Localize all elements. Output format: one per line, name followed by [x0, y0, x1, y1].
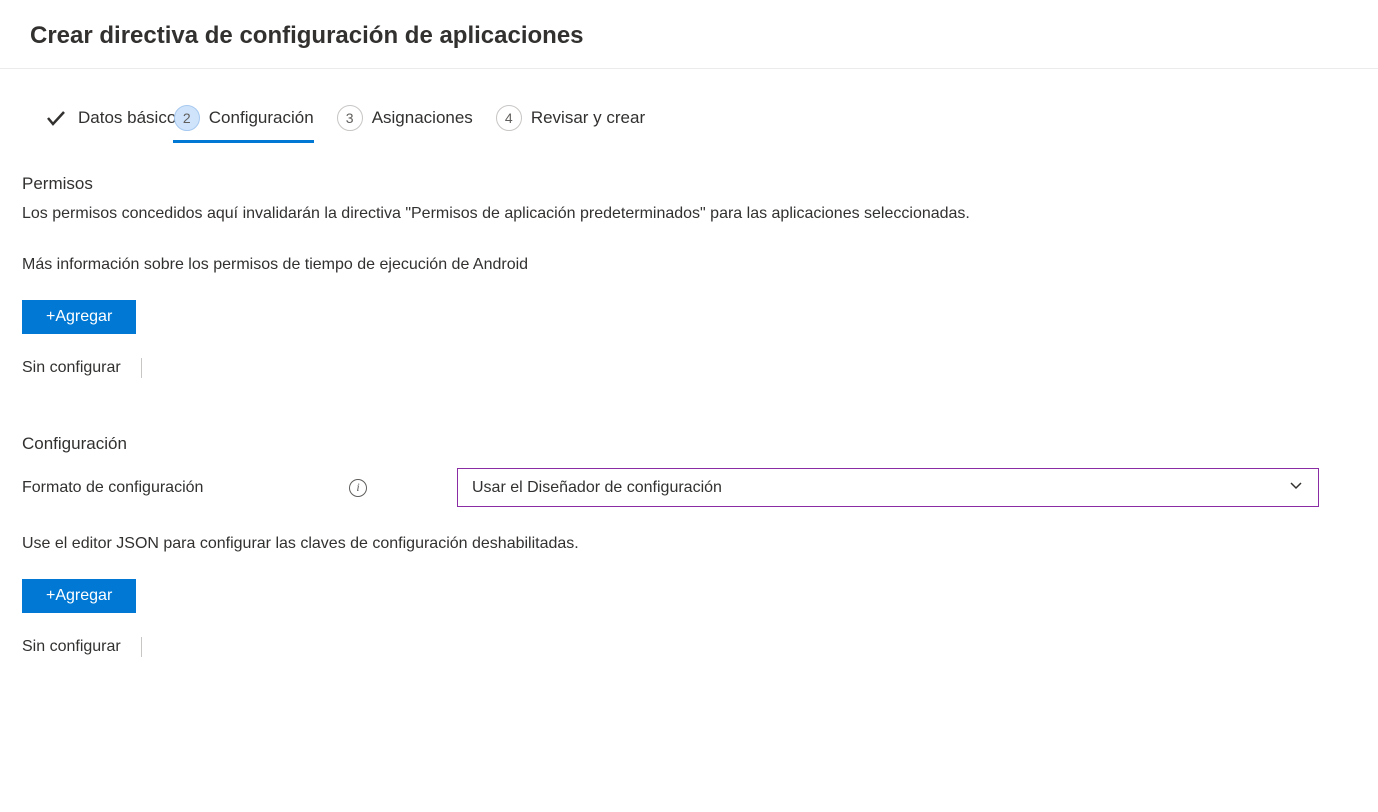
step-number-icon: 4	[495, 104, 523, 132]
checkmark-icon	[42, 104, 70, 132]
step-number-icon: 2	[173, 104, 201, 132]
format-label-wrap: Formato de configuración i	[22, 479, 457, 497]
permissions-learn-more-link[interactable]: Más información sobre los permisos de ti…	[22, 256, 1356, 274]
configuration-status: Sin configurar	[22, 637, 1356, 657]
step-label: Asignaciones	[372, 108, 473, 128]
configuration-title: Configuración	[22, 434, 1356, 454]
permissions-status: Sin configurar	[22, 358, 1356, 378]
permissions-description: Los permisos concedidos aquí invalidarán…	[22, 202, 1356, 226]
step-label: Datos básicos	[78, 108, 185, 128]
page-content: Datos básicos 2 Configuración 3 Asignaci…	[0, 69, 1378, 687]
step-number-icon: 3	[336, 104, 364, 132]
format-label: Formato de configuración	[22, 479, 203, 497]
info-icon[interactable]: i	[349, 479, 367, 497]
configuration-help-text: Use el editor JSON para configurar las c…	[22, 535, 1356, 553]
format-row: Formato de configuración i Usar el Diseñ…	[22, 468, 1356, 507]
wizard-stepper: Datos básicos 2 Configuración 3 Asignaci…	[22, 69, 1356, 132]
divider	[141, 358, 142, 378]
dropdown-selected: Usar el Diseñador de configuración	[472, 479, 722, 497]
chevron-down-icon	[1288, 477, 1304, 498]
divider	[141, 637, 142, 657]
configuration-section: Configuración Formato de configuración i…	[22, 434, 1356, 657]
step-revisar-crear[interactable]: 4 Revisar y crear	[495, 104, 645, 132]
add-permission-button[interactable]: +Agregar	[22, 300, 136, 334]
add-configuration-button[interactable]: +Agregar	[22, 579, 136, 613]
step-label: Configuración	[209, 108, 314, 128]
format-dropdown[interactable]: Usar el Diseñador de configuración	[457, 468, 1319, 507]
permissions-section: Permisos Los permisos concedidos aquí in…	[22, 174, 1356, 378]
permissions-title: Permisos	[22, 174, 1356, 194]
step-asignaciones[interactable]: 3 Asignaciones	[336, 104, 473, 132]
step-configuracion[interactable]: 2 Configuración	[173, 104, 314, 143]
page-header: Crear directiva de configuración de apli…	[0, 0, 1378, 69]
step-datos-basicos[interactable]: Datos básicos	[42, 104, 185, 132]
page-title: Crear directiva de configuración de apli…	[30, 22, 1348, 50]
step-label: Revisar y crear	[531, 108, 645, 128]
